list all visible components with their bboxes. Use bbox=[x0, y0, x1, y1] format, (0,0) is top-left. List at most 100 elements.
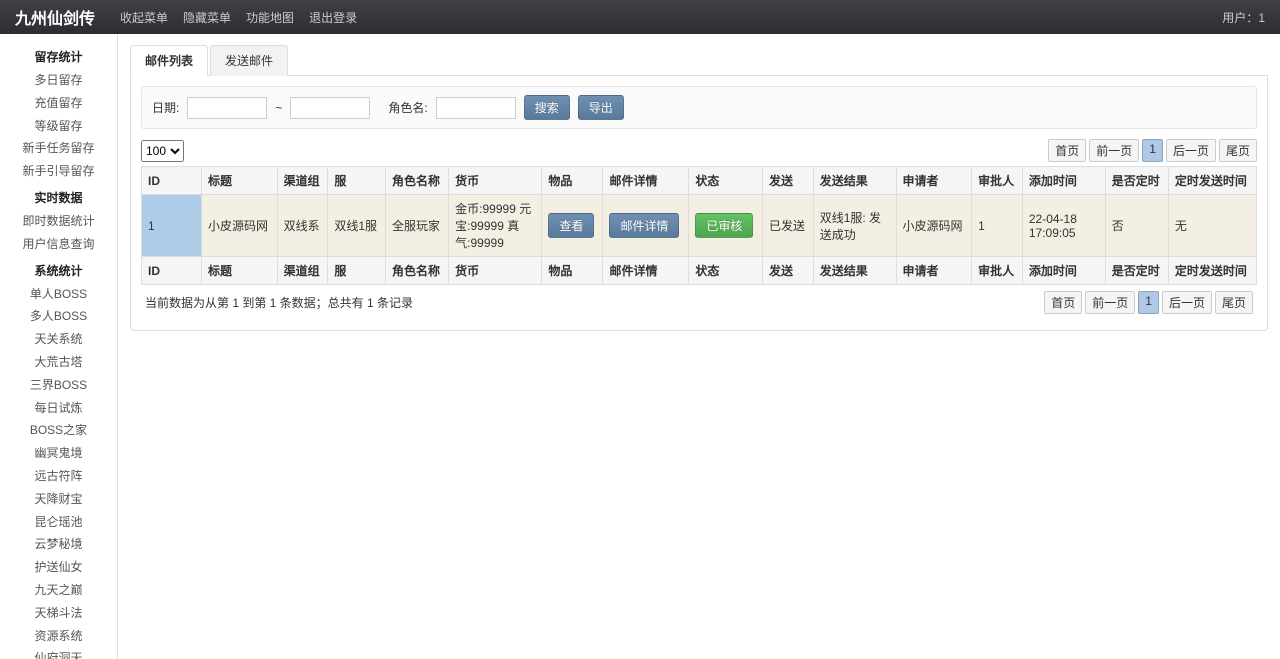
sidebar-group-header: 留存统计 bbox=[0, 42, 117, 69]
tab-send-mail[interactable]: 发送邮件 bbox=[210, 45, 288, 76]
pager-next[interactable]: 后一页 bbox=[1162, 291, 1212, 314]
sidebar-item[interactable]: 资源系统 bbox=[0, 625, 117, 648]
pager-next[interactable]: 后一页 bbox=[1166, 139, 1216, 162]
sidebar-item[interactable]: 护送仙女 bbox=[0, 556, 117, 579]
table-footer-cell: 服 bbox=[328, 257, 386, 285]
table-footer-cell: 物品 bbox=[542, 257, 603, 285]
table-footer-cell: 渠道组 bbox=[277, 257, 328, 285]
nav-function-map[interactable]: 功能地图 bbox=[246, 9, 294, 26]
table-footer-cell: 审批人 bbox=[972, 257, 1023, 285]
nav-collapse-menu[interactable]: 收起菜单 bbox=[120, 9, 168, 26]
table-footer-cell: 定时发送时间 bbox=[1168, 257, 1256, 285]
sidebar-item[interactable]: 新手任务留存 bbox=[0, 137, 117, 160]
search-button[interactable]: 搜索 bbox=[524, 95, 570, 120]
role-name-input[interactable] bbox=[436, 97, 516, 119]
sidebar-item[interactable]: 单人BOSS bbox=[0, 283, 117, 306]
row-currency: 金币:99999 元宝:99999 真气:99999 bbox=[449, 195, 542, 257]
table-footer-cell: 邮件详情 bbox=[603, 257, 689, 285]
table-header-cell: ID bbox=[142, 167, 202, 195]
user-info: 用户：1 bbox=[1222, 9, 1265, 26]
row-server: 双线1服 bbox=[328, 195, 386, 257]
sidebar-item[interactable]: 充值留存 bbox=[0, 92, 117, 115]
pager-last[interactable]: 尾页 bbox=[1215, 291, 1253, 314]
row-add-time: 22-04-18 17:09:05 bbox=[1022, 195, 1105, 257]
export-button[interactable]: 导出 bbox=[578, 95, 624, 120]
table-header-cell: 邮件详情 bbox=[603, 167, 689, 195]
sidebar-item[interactable]: 天梯斗法 bbox=[0, 602, 117, 625]
pager-prev[interactable]: 前一页 bbox=[1089, 139, 1139, 162]
pager-first[interactable]: 首页 bbox=[1048, 139, 1086, 162]
sidebar-item[interactable]: 用户信息查询 bbox=[0, 233, 117, 256]
pager-page-1[interactable]: 1 bbox=[1142, 139, 1163, 162]
sidebar-item[interactable]: 天降财宝 bbox=[0, 488, 117, 511]
table-header-cell: 发送结果 bbox=[813, 167, 896, 195]
pager-bottom: 首页 前一页 1 后一页 尾页 bbox=[1044, 291, 1253, 314]
pager-last[interactable]: 尾页 bbox=[1219, 139, 1257, 162]
row-approver: 1 bbox=[972, 195, 1023, 257]
sidebar-item[interactable]: 三界BOSS bbox=[0, 374, 117, 397]
nav-hide-menu[interactable]: 隐藏菜单 bbox=[183, 9, 231, 26]
sidebar-item[interactable]: BOSS之家 bbox=[0, 419, 117, 442]
sidebar-item[interactable]: 昆仑瑶池 bbox=[0, 511, 117, 534]
sidebar-item[interactable]: 等级留存 bbox=[0, 115, 117, 138]
tab-mail-list[interactable]: 邮件列表 bbox=[130, 45, 208, 76]
pager-first[interactable]: 首页 bbox=[1044, 291, 1082, 314]
date-to-input[interactable] bbox=[290, 97, 370, 119]
page-size-select[interactable]: 100 bbox=[141, 140, 184, 162]
row-send-result: 双线1服: 发送成功 bbox=[813, 195, 896, 257]
table-footer-cell: 标题 bbox=[202, 257, 278, 285]
table-footer-cell: 是否定时 bbox=[1105, 257, 1168, 285]
row-is-timed: 否 bbox=[1105, 195, 1168, 257]
table-footer-row: ID标题渠道组服角色名称货币物品邮件详情状态发送发送结果申请者审批人添加时间是否… bbox=[142, 257, 1257, 285]
role-label: 角色名: bbox=[388, 99, 427, 116]
table-header-cell: 状态 bbox=[689, 167, 763, 195]
sidebar-item[interactable]: 大荒古塔 bbox=[0, 351, 117, 374]
sidebar-item[interactable]: 幽冥鬼境 bbox=[0, 442, 117, 465]
table-footer-cell: 角色名称 bbox=[386, 257, 449, 285]
table-header-cell: 定时发送时间 bbox=[1168, 167, 1256, 195]
table-row: 1小皮源码网双线系双线1服全服玩家金币:99999 元宝:99999 真气:99… bbox=[142, 195, 1257, 257]
table-header-row: ID标题渠道组服角色名称货币物品邮件详情状态发送发送结果申请者审批人添加时间是否… bbox=[142, 167, 1257, 195]
mail-detail-button[interactable]: 邮件详情 bbox=[609, 213, 679, 238]
sidebar: 留存统计多日留存充值留存等级留存新手任务留存新手引导留存实时数据即时数据统计用户… bbox=[0, 34, 118, 659]
pager-prev[interactable]: 前一页 bbox=[1085, 291, 1135, 314]
row-id: 1 bbox=[142, 195, 202, 257]
sidebar-item[interactable]: 多人BOSS bbox=[0, 305, 117, 328]
filter-row: 日期: ~ 角色名: 搜索 导出 bbox=[141, 86, 1257, 129]
topbar: 九州仙剑传 收起菜单 隐藏菜单 功能地图 退出登录 用户：1 bbox=[0, 0, 1280, 34]
table-header-cell: 货币 bbox=[449, 167, 542, 195]
table-header-cell: 标题 bbox=[202, 167, 278, 195]
nav-logout[interactable]: 退出登录 bbox=[309, 9, 357, 26]
table-footer-cell: 状态 bbox=[689, 257, 763, 285]
row-role: 全服玩家 bbox=[386, 195, 449, 257]
sidebar-item[interactable]: 云梦秘境 bbox=[0, 533, 117, 556]
sidebar-item[interactable]: 即时数据统计 bbox=[0, 210, 117, 233]
pager-page-1[interactable]: 1 bbox=[1138, 291, 1159, 314]
table-cell: 查看 bbox=[542, 195, 603, 257]
user-value: 1 bbox=[1258, 11, 1265, 25]
sidebar-item[interactable]: 远古符阵 bbox=[0, 465, 117, 488]
main-content: 邮件列表 发送邮件 日期: ~ 角色名: 搜索 导出 100 首页 bbox=[118, 34, 1280, 659]
sidebar-item[interactable]: 仙府洞天 bbox=[0, 647, 117, 659]
table-header-cell: 申请者 bbox=[896, 167, 972, 195]
row-channel: 双线系 bbox=[277, 195, 328, 257]
date-from-input[interactable] bbox=[187, 97, 267, 119]
table-summary-row: 当前数据为从第 1 到第 1 条数据；总共有 1 条记录 首页 前一页 1 后一… bbox=[141, 285, 1257, 320]
sidebar-group-header: 实时数据 bbox=[0, 183, 117, 210]
table-footer-cell: ID bbox=[142, 257, 202, 285]
table-toolbar: 100 首页 前一页 1 后一页 尾页 bbox=[141, 139, 1257, 162]
sidebar-item[interactable]: 天关系统 bbox=[0, 328, 117, 351]
table-header-cell: 渠道组 bbox=[277, 167, 328, 195]
view-item-button[interactable]: 查看 bbox=[548, 213, 594, 238]
status-button[interactable]: 已审核 bbox=[695, 213, 753, 238]
sidebar-item[interactable]: 九天之巅 bbox=[0, 579, 117, 602]
sidebar-item[interactable]: 新手引导留存 bbox=[0, 160, 117, 183]
table-header-cell: 审批人 bbox=[972, 167, 1023, 195]
row-applicant: 小皮源码网 bbox=[896, 195, 972, 257]
sidebar-item[interactable]: 每日试炼 bbox=[0, 397, 117, 420]
brand-title: 九州仙剑传 bbox=[15, 5, 95, 29]
table-footer-cell: 申请者 bbox=[896, 257, 972, 285]
table-footer-cell: 发送 bbox=[762, 257, 813, 285]
sidebar-item[interactable]: 多日留存 bbox=[0, 69, 117, 92]
date-label: 日期: bbox=[152, 99, 179, 116]
